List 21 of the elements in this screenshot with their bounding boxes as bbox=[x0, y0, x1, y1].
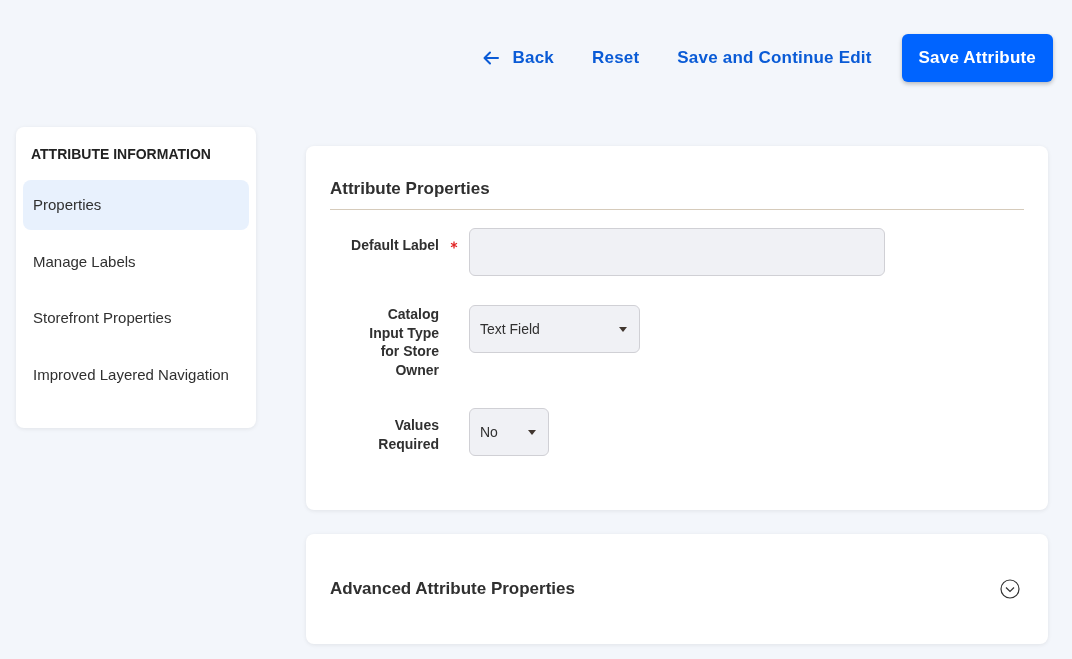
field-label: Catalog Input Type for Store Owner bbox=[368, 305, 439, 379]
chevron-down-circle-icon[interactable] bbox=[1000, 579, 1020, 599]
caret-down-icon bbox=[528, 429, 536, 435]
section-title[interactable]: Advanced Attribute Properties bbox=[330, 579, 575, 599]
section-title: Attribute Properties bbox=[330, 179, 1024, 210]
back-link[interactable]: Back bbox=[463, 48, 573, 68]
save-attribute-button[interactable]: Save Attribute bbox=[901, 34, 1053, 82]
sidebar-item[interactable]: Improved Layered Navigation bbox=[23, 349, 249, 400]
caret-down-icon bbox=[619, 326, 627, 332]
select-dropdown[interactable]: Text Field bbox=[469, 305, 640, 353]
reset-link[interactable]: Reset bbox=[573, 48, 659, 68]
sidebar-item[interactable]: Storefront Properties bbox=[23, 293, 249, 343]
input-field[interactable] bbox=[469, 228, 885, 276]
sidebar-item[interactable]: Manage Labels bbox=[23, 236, 249, 287]
field-label: Default Label bbox=[351, 236, 439, 255]
save-continue-link[interactable]: Save and Continue Edit bbox=[658, 48, 891, 68]
field-label: Values Required bbox=[377, 416, 439, 453]
select-dropdown[interactable]: No bbox=[469, 408, 549, 456]
sidebar-title: ATTRIBUTE INFORMATION bbox=[31, 146, 212, 162]
arrow-left-icon bbox=[482, 51, 499, 65]
sidebar-item[interactable]: Properties bbox=[23, 180, 249, 230]
